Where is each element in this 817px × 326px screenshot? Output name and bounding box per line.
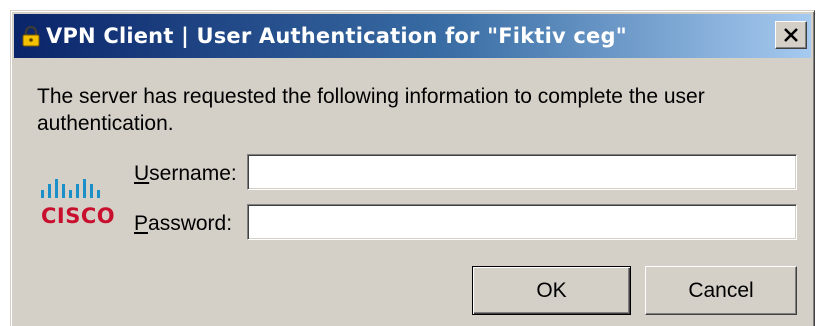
username-input[interactable] <box>247 154 797 190</box>
close-icon <box>784 28 798 42</box>
window-title: VPN Client | User Authentication for "Fi… <box>46 24 627 48</box>
vpn-auth-dialog: VPN Client | User Authentication for "Fi… <box>10 10 815 326</box>
ok-button[interactable]: OK <box>472 266 631 315</box>
password-label: Password: <box>134 212 232 236</box>
password-label-text: assword: <box>148 212 233 235</box>
title-bar[interactable]: VPN Client | User Authentication for "Fi… <box>14 14 811 58</box>
cisco-logo: CISCO <box>37 176 127 232</box>
password-label-accelerator: P <box>134 212 149 235</box>
username-label-text: sername: <box>149 162 237 185</box>
cisco-bars-icon <box>41 179 100 198</box>
lock-icon <box>19 24 43 48</box>
close-button[interactable] <box>775 21 807 49</box>
cisco-wordmark: CISCO <box>41 204 116 228</box>
username-label: Username: <box>134 162 237 186</box>
username-label-accelerator: U <box>134 162 150 185</box>
password-input[interactable] <box>247 204 797 240</box>
cancel-button[interactable]: Cancel <box>645 266 797 315</box>
instruction-text: The server has requested the following i… <box>37 85 705 135</box>
